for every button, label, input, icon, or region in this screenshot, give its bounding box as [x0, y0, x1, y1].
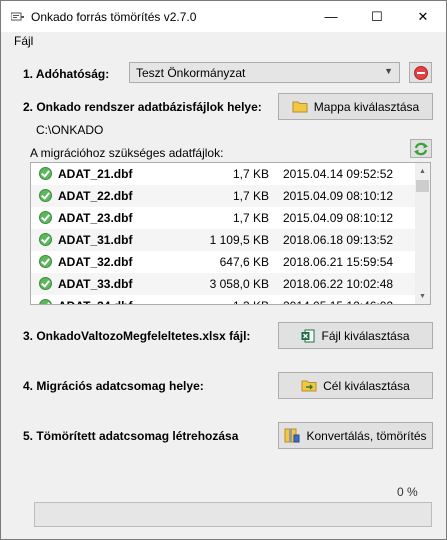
data-files-rows: ADAT_21.dbf 1,7 KB 2015.04.14 09:52:52 ADAT…	[31, 163, 415, 304]
chevron-down-icon: ▼	[384, 66, 393, 76]
file-name: ADAT_21.dbf	[58, 167, 133, 181]
scroll-up-icon[interactable]: ▲	[415, 163, 430, 179]
close-icon: ✕	[417, 8, 429, 24]
file-name: ADAT_31.dbf	[58, 233, 133, 247]
file-size: 1,7 KB	[232, 189, 269, 203]
check-circle-icon	[39, 211, 52, 224]
select-file-label: Fájl kiválasztása	[321, 328, 410, 343]
file-name: ADAT_33.dbf	[58, 277, 133, 291]
mapping-file-label: 3. OnkadoValtozoMegfeleltetes.xlsx fájl:	[23, 329, 251, 343]
scroll-down-icon[interactable]: ▼	[415, 288, 430, 304]
file-date: 2018.06.22 10:02:48	[283, 277, 394, 291]
folder-arrow-icon	[301, 380, 317, 392]
convert-compress-button[interactable]: Konvertálás, tömörítés	[278, 422, 433, 449]
check-circle-icon	[39, 255, 52, 268]
file-name: ADAT_23.dbf	[58, 211, 133, 225]
check-circle-icon	[39, 167, 52, 180]
check-circle-icon	[39, 189, 52, 202]
list-scrollbar[interactable]: ▲ ▼	[415, 163, 430, 304]
menu-file[interactable]: Fájl	[14, 34, 33, 48]
file-date: 2014.05.15 12:46:02	[283, 299, 393, 304]
file-date: 2018.06.18 09:13:52	[283, 233, 394, 247]
file-row[interactable]: ADAT_21.dbf 1,7 KB 2015.04.14 09:52:52	[31, 163, 415, 185]
file-row[interactable]: ADAT_22.dbf 1,7 KB 2015.04.09 08:10:12	[31, 185, 415, 207]
authority-select[interactable]: Teszt Önkormányzat ▼	[129, 62, 400, 83]
select-folder-label: Mappa kiválasztása	[313, 99, 420, 114]
database-path: C:\ONKADO	[36, 123, 104, 137]
convert-compress-label: Konvertálás, tömörítés	[306, 428, 427, 443]
file-row[interactable]: ADAT_34.dbf 1,3 KB 2014.05.15 12:46:02	[31, 295, 415, 304]
menu-bar: Fájl	[1, 32, 446, 52]
file-size: 1,7 KB	[232, 167, 269, 181]
window-title: Onkado forrás tömörítés v2.7.0	[31, 10, 197, 24]
file-size: 1,3 KB	[233, 299, 269, 304]
select-target-label: Cél kiválasztása	[323, 378, 410, 393]
refresh-icon	[414, 142, 428, 155]
file-date: 2015.04.14 09:52:52	[283, 167, 394, 181]
folder-icon	[292, 101, 308, 113]
file-date: 2018.06.21 15:59:54	[283, 255, 394, 269]
file-row[interactable]: ADAT_31.dbf 1 109,5 KB 2018.06.18 09:13:52	[31, 229, 415, 251]
file-date: 2015.04.09 08:10:12	[283, 189, 394, 203]
check-circle-icon	[39, 299, 52, 304]
file-size: 1 109,5 KB	[209, 233, 269, 247]
database-location-label: 2. Onkado rendszer adatbázisfájlok helye…	[23, 100, 262, 114]
file-name: ADAT_32.dbf	[58, 255, 133, 269]
select-folder-button[interactable]: Mappa kiválasztása	[278, 93, 433, 120]
file-date: 2015.04.09 08:10:12	[283, 211, 394, 225]
refresh-files-button[interactable]	[410, 139, 432, 158]
minimize-icon: —	[324, 9, 338, 24]
app-icon	[11, 12, 24, 21]
app-window: Onkado forrás tömörítés v2.7.0 — ☐ ✕ Fáj…	[0, 0, 447, 540]
progress-bar	[34, 502, 432, 527]
maximize-button[interactable]: ☐	[354, 1, 400, 32]
package-location-label: 4. Migrációs adatcsomag helye:	[23, 379, 204, 393]
title-bar: Onkado forrás tömörítés v2.7.0 — ☐ ✕	[1, 1, 446, 32]
authority-label: 1. Adóhatóság:	[23, 67, 110, 81]
create-package-label: 5. Tömörített adatcsomag létrehozása	[23, 429, 239, 443]
data-files-list[interactable]: ADAT_21.dbf 1,7 KB 2015.04.14 09:52:52 ADAT…	[30, 162, 431, 305]
file-name: ADAT_22.dbf	[58, 189, 133, 203]
required-files-label: A migrációhoz szükséges adatfájlok:	[30, 146, 224, 160]
file-row[interactable]: ADAT_33.dbf 3 058,0 KB 2018.06.22 10:02:48	[31, 273, 415, 295]
file-row[interactable]: ADAT_32.dbf 647,6 KB 2018.06.21 15:59:54	[31, 251, 415, 273]
progress-percent: 0 %	[397, 485, 418, 499]
file-size: 1,7 KB	[232, 211, 269, 225]
file-name: ADAT_34.dbf	[58, 299, 132, 304]
maximize-icon: ☐	[371, 8, 383, 24]
remove-icon	[413, 65, 428, 80]
file-row[interactable]: ADAT_23.dbf 1,7 KB 2015.04.09 08:10:12	[31, 207, 415, 229]
minimize-button[interactable]: —	[308, 1, 354, 32]
compress-icon	[284, 428, 300, 443]
file-size: 647,6 KB	[219, 255, 269, 269]
close-button[interactable]: ✕	[400, 1, 446, 32]
authority-select-value: Teszt Önkormányzat	[136, 66, 246, 80]
select-file-button[interactable]: Fájl kiválasztása	[278, 322, 433, 349]
excel-icon	[301, 329, 315, 342]
file-size: 3 058,0 KB	[209, 277, 269, 291]
check-circle-icon	[39, 277, 52, 290]
check-circle-icon	[39, 233, 52, 246]
select-target-button[interactable]: Cél kiválasztása	[278, 372, 433, 399]
remove-authority-button[interactable]	[409, 62, 432, 83]
scroll-thumb[interactable]	[416, 180, 429, 192]
